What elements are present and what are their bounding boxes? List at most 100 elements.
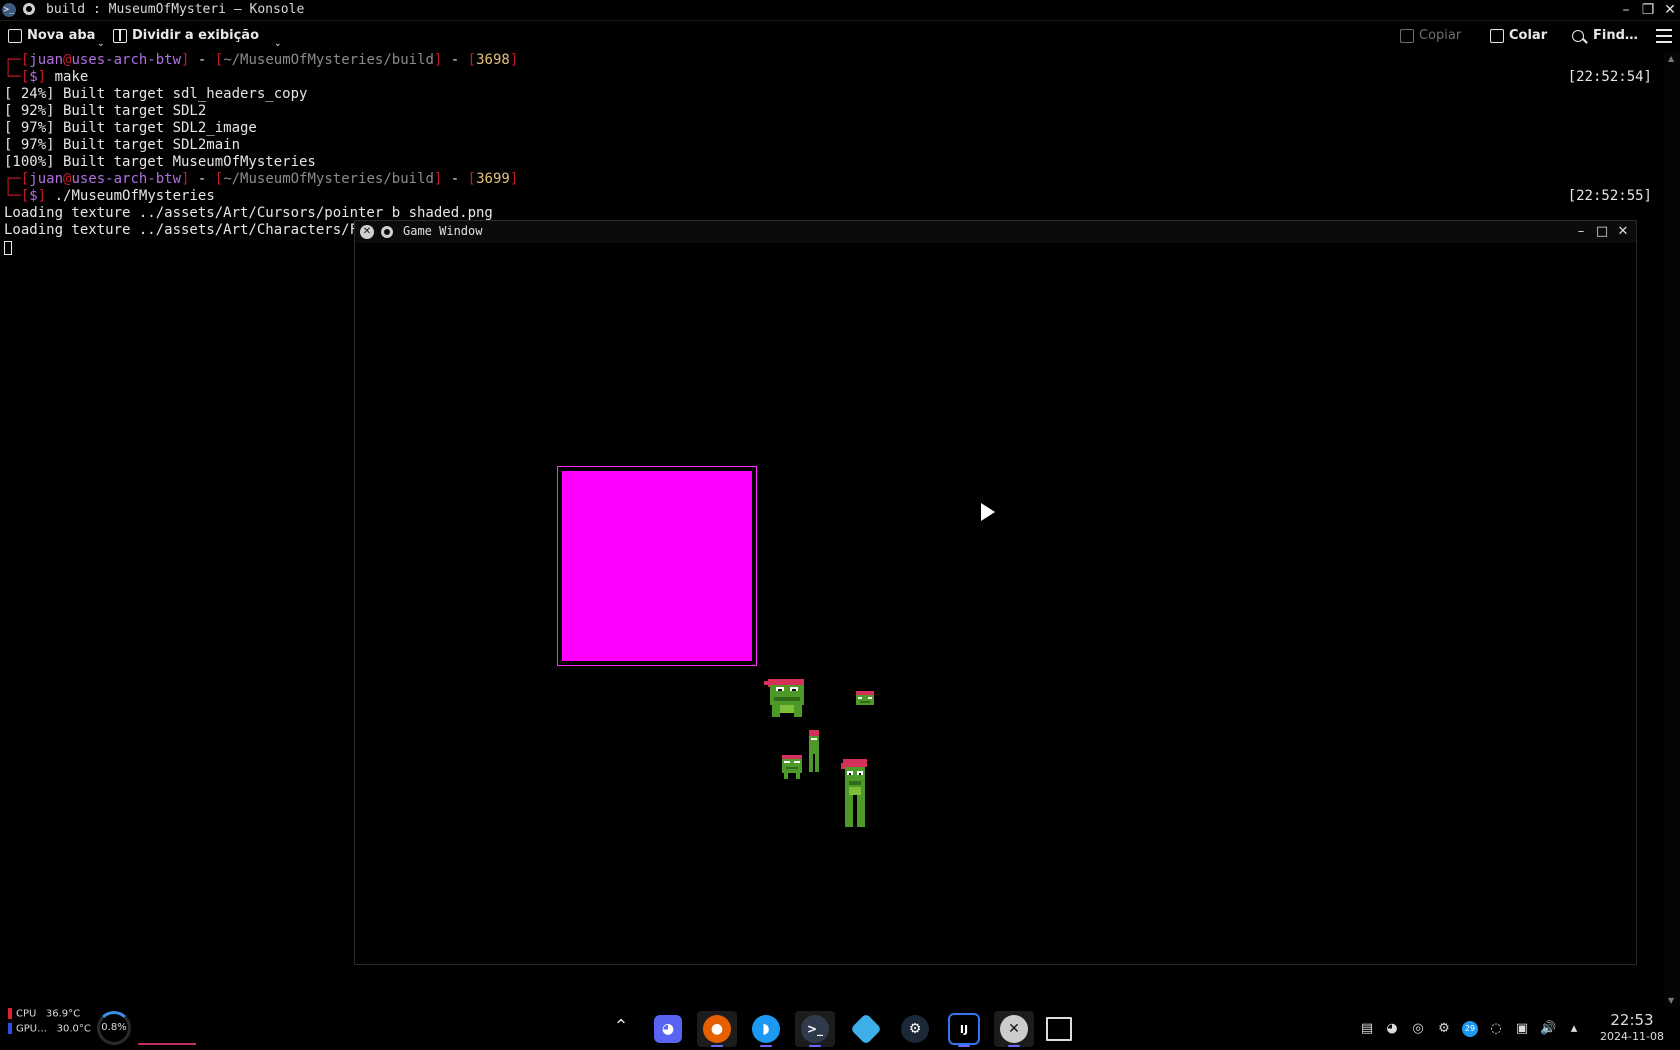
app-running-indicator bbox=[1008, 1045, 1020, 1047]
keep-above-icon[interactable] bbox=[23, 3, 35, 15]
minimize-icon[interactable]: – bbox=[1616, 0, 1636, 20]
output-line: [100%] Built target MuseumOfMysteries bbox=[4, 154, 316, 170]
split-view-label: Dividir a exibição bbox=[132, 28, 260, 43]
frog-sprite bbox=[841, 759, 867, 827]
paste-icon bbox=[1490, 29, 1504, 43]
app-running-indicator bbox=[760, 1045, 772, 1047]
gpu-temp: 30.0°C bbox=[56, 1023, 91, 1035]
clock-time: 22:53 bbox=[1610, 1011, 1654, 1029]
frog-sprite bbox=[809, 730, 819, 772]
output-line: [ 92%] Built target SDL2 bbox=[4, 103, 207, 119]
cpu-load-gauge[interactable]: 0.8% bbox=[97, 1011, 131, 1045]
taskbar-app-discord[interactable]: ◕ bbox=[648, 1011, 688, 1047]
split-view-button[interactable]: Dividir a exibição bbox=[113, 21, 259, 51]
x-window-icon: ✕ bbox=[1000, 1015, 1028, 1043]
firefox-icon: ● bbox=[703, 1015, 731, 1043]
close-icon[interactable]: ✕ bbox=[1613, 222, 1633, 242]
app-running-indicator bbox=[958, 1045, 970, 1047]
game-pointer-icon bbox=[981, 503, 995, 521]
close-icon[interactable]: ✕ bbox=[1660, 0, 1680, 20]
cpu-temp: 36.9°C bbox=[45, 1008, 81, 1020]
new-tab-icon bbox=[8, 29, 22, 43]
gpu-bar bbox=[8, 1023, 12, 1034]
updates-icon[interactable]: 29 bbox=[1462, 1021, 1478, 1037]
discord-tray-icon[interactable]: ◕ bbox=[1384, 1021, 1400, 1037]
terminal-cursor bbox=[4, 241, 12, 255]
taskbar-app-window[interactable] bbox=[1039, 1011, 1079, 1047]
taskbar-app-dolphin[interactable]: ◗ bbox=[746, 1011, 786, 1047]
clipboard-icon[interactable]: ◌ bbox=[1488, 1021, 1504, 1037]
split-view-dropdown-icon[interactable]: ⌄ bbox=[274, 39, 282, 49]
scroll-down-icon[interactable]: ▼ bbox=[1668, 996, 1674, 1005]
dolphin-icon: ◗ bbox=[752, 1015, 780, 1043]
paste-button[interactable]: Colar bbox=[1490, 21, 1547, 51]
output-line: Loading texture ../assets/Art/Characters… bbox=[4, 222, 375, 238]
intellij-icon: IJ bbox=[948, 1013, 980, 1045]
app-running-indicator bbox=[711, 1045, 723, 1047]
output-line: [ 24%] Built target sdl_headers_copy bbox=[4, 86, 308, 102]
volume-icon[interactable]: 🔊 bbox=[1540, 1021, 1556, 1037]
command-timestamp: [22:52:55] bbox=[1567, 188, 1652, 204]
terminal-scrollbar[interactable]: ▲ ▼ bbox=[1664, 52, 1680, 1007]
network-icon[interactable]: ▣ bbox=[1514, 1021, 1530, 1037]
chevron-up-icon[interactable]: ⌃ bbox=[613, 1018, 629, 1036]
keep-above-icon[interactable] bbox=[381, 226, 393, 238]
window-icon bbox=[1046, 1017, 1072, 1041]
gpu-label: GPU… bbox=[16, 1023, 48, 1035]
cpu-sensor[interactable]: CPU 36.9°C bbox=[8, 1008, 80, 1021]
taskbar-app-software-store[interactable] bbox=[846, 1011, 886, 1047]
copy-icon bbox=[1400, 29, 1414, 43]
memory-graph[interactable] bbox=[138, 1035, 196, 1045]
gpu-sensor[interactable]: GPU… 30.0°C bbox=[8, 1023, 91, 1036]
window-titlebar: >_ build : MuseumOfMysteri — Konsole – ❐… bbox=[0, 0, 1680, 21]
command-line: └─[$] ./MuseumOfMysteries bbox=[4, 188, 215, 204]
prompt-line: ┌─[juan@uses-arch-btw] - [~/MuseumOfMyst… bbox=[4, 171, 519, 187]
scroll-up-icon[interactable]: ▲ bbox=[1668, 54, 1674, 63]
output-line: [ 97%] Built target SDL2_image bbox=[4, 120, 257, 136]
frog-sprite bbox=[856, 691, 874, 705]
copy-button[interactable]: Copiar bbox=[1400, 21, 1461, 51]
clock[interactable]: 22:53 2024-11-08 bbox=[1592, 1011, 1672, 1045]
konsole-toolbar: Nova aba ⌄ Dividir a exibição ⌄ Copiar C… bbox=[0, 21, 1680, 51]
konsole-icon: >_ bbox=[801, 1015, 829, 1043]
find-label: Find… bbox=[1593, 28, 1638, 43]
taskbar-app-x-window[interactable]: ✕ bbox=[994, 1011, 1034, 1047]
taskbar-app-steam[interactable]: ⚙ bbox=[895, 1011, 935, 1047]
search-icon bbox=[1572, 30, 1584, 42]
taskbar-app-firefox[interactable]: ● bbox=[697, 1011, 737, 1047]
cpu-bar bbox=[8, 1008, 12, 1019]
copy-label: Copiar bbox=[1419, 28, 1462, 43]
notifications-icon[interactable]: ▤ bbox=[1359, 1021, 1375, 1037]
software-store-icon bbox=[850, 1013, 882, 1045]
taskbar-app-konsole[interactable]: >_ bbox=[795, 1011, 835, 1047]
taskbar-app-intellij[interactable]: IJ bbox=[944, 1011, 984, 1047]
prompt-line: ┌─[juan@uses-arch-btw] - [~/MuseumOfMyst… bbox=[4, 52, 519, 68]
maximize-icon[interactable]: □ bbox=[1592, 222, 1612, 242]
restore-icon[interactable]: ❐ bbox=[1638, 0, 1658, 20]
taskbar: CPU 36.9°C GPU… 30.0°C 0.8% ⌃ ◕ ● ◗ >_ ⚙… bbox=[0, 1007, 1680, 1050]
hamburger-menu-icon[interactable] bbox=[1656, 29, 1672, 43]
frog-sprite bbox=[782, 755, 802, 779]
network-monitor-icon[interactable]: ◎ bbox=[1410, 1021, 1426, 1037]
find-button[interactable]: Find… bbox=[1572, 21, 1638, 51]
window-title: build : MuseumOfMysteri — Konsole bbox=[46, 2, 305, 17]
cpu-label: CPU bbox=[16, 1008, 37, 1020]
minimize-icon[interactable]: – bbox=[1571, 222, 1591, 242]
steam-tray-icon[interactable]: ⚙ bbox=[1436, 1021, 1452, 1037]
split-view-icon bbox=[113, 29, 127, 43]
paste-label: Colar bbox=[1509, 28, 1548, 43]
game-window[interactable]: ✕ Game Window – □ ✕ bbox=[354, 220, 1637, 965]
command-timestamp: [22:52:54] bbox=[1567, 69, 1652, 85]
magenta-square bbox=[562, 471, 752, 661]
new-tab-dropdown-icon[interactable]: ⌄ bbox=[97, 39, 105, 49]
clock-date: 2024-11-08 bbox=[1600, 1030, 1664, 1043]
command-line: └─[$] make bbox=[4, 69, 89, 85]
frog-sprite bbox=[764, 679, 804, 717]
x-app-icon[interactable]: ✕ bbox=[360, 225, 374, 239]
game-canvas[interactable] bbox=[355, 243, 1636, 964]
output-line: [ 97%] Built target SDL2main bbox=[4, 137, 241, 153]
app-running-indicator bbox=[809, 1045, 821, 1047]
new-tab-button[interactable]: Nova aba bbox=[8, 21, 95, 51]
tray-expand-icon[interactable]: ▴ bbox=[1566, 1021, 1582, 1037]
konsole-app-icon[interactable]: >_ bbox=[2, 3, 16, 17]
